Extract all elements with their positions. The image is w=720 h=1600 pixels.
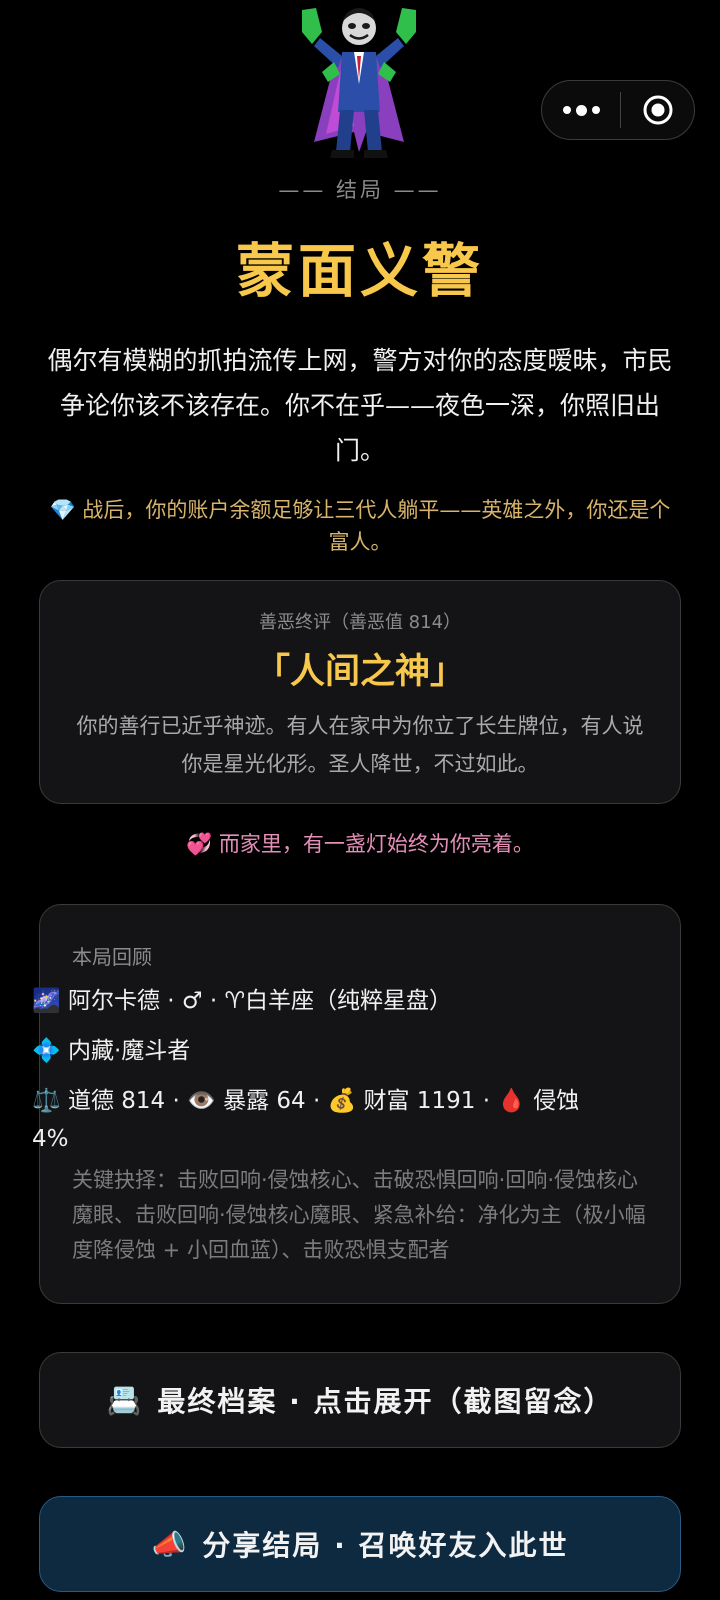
recap-origin-text: 阿尔卡德 · ♂ · ♈白羊座（纯粹星盘）	[67, 988, 453, 1014]
verdict-title: 「人间之神」	[254, 652, 465, 692]
ending-title: 蒙面义警	[235, 237, 484, 305]
verdict-subtitle: 善恶终评（善恶值 814）	[258, 612, 462, 633]
share-ending-label: 分享结局 · 召唤好友入此世	[202, 1529, 569, 1562]
final-archive-button[interactable]: 📇 最终档案 · 点击展开（截图留念）	[39, 1352, 681, 1448]
recap-heading: 本局回顾	[72, 945, 152, 969]
share-ending-button[interactable]: 📣 分享结局 · 召唤好友入此世	[39, 1496, 681, 1592]
more-dots-icon[interactable]	[542, 81, 620, 139]
recap-stats: ⚖️ 道德 814 · 👁️ 暴露 64 · 💰 财富 1191 · 🩸 侵蚀 …	[32, 1082, 612, 1158]
card-index-icon: 📇	[106, 1383, 144, 1417]
stat-wealth: 财富 1191	[363, 1088, 476, 1114]
villain-hero-icon	[296, 2, 422, 162]
verdict-card: 善恶终评（善恶值 814） 「人间之神」 你的善行已近乎神迹。有人在家中为你立了…	[39, 580, 681, 804]
family-note-text: 而家里，有一盏灯始终为你亮着。	[218, 832, 534, 856]
mini-program-capsule	[541, 80, 695, 140]
stat-morality: 道德 814	[67, 1088, 166, 1114]
hearts-icon: 💞	[186, 832, 213, 856]
diamond-flower-icon: 💠	[32, 1038, 61, 1064]
recap-core: 💠 内藏·魔斗者	[32, 1032, 612, 1070]
ending-label: —— 结局 ——	[278, 178, 442, 202]
ending-description: 偶尔有模糊的抓拍流传上网，警方对你的态度暧昧，市民争论你该不该存在。你不在乎——…	[47, 346, 673, 465]
final-archive-label: 最终档案 · 点击展开（截图留念）	[157, 1385, 614, 1418]
verdict-text: 你的善行已近乎神迹。有人在家中为你立了长生牌位，有人说你是星光化形。圣人降世，不…	[76, 714, 644, 776]
eye-icon: 👁️	[187, 1088, 216, 1114]
stat-exposure: 暴露 64	[223, 1088, 306, 1114]
recap-origin: 🌌 阿尔卡德 · ♂ · ♈白羊座（纯粹星盘）	[32, 982, 612, 1020]
diamond-icon: 💎	[49, 498, 76, 522]
stat-separator: ·	[172, 1088, 180, 1114]
recap-core-text: 内藏·魔斗者	[67, 1038, 191, 1064]
target-close-icon[interactable]	[621, 81, 694, 139]
family-note: 💞 而家里，有一盏灯始终为你亮着。	[0, 828, 720, 858]
scales-icon: ⚖️	[32, 1088, 61, 1114]
money-bag-icon: 💰	[327, 1088, 357, 1114]
galaxy-icon: 🌌	[32, 988, 61, 1014]
wealth-note-text: 战后，你的账户余额足够让三代人躺平——英雄之外，你还是个富人。	[82, 498, 671, 554]
key-choices: 关键抉择：击败回响·侵蚀核心、击破恐惧回响·回响·侵蚀核心魔眼、击败回响·侵蚀核…	[72, 1168, 646, 1262]
megaphone-icon: 📣	[151, 1527, 189, 1561]
wealth-note: 💎 战后，你的账户余额足够让三代人躺平——英雄之外，你还是个富人。	[40, 494, 680, 558]
stat-separator: ·	[482, 1088, 491, 1114]
stat-separator: ·	[312, 1088, 321, 1114]
blood-drop-icon: 🩸	[497, 1088, 526, 1114]
